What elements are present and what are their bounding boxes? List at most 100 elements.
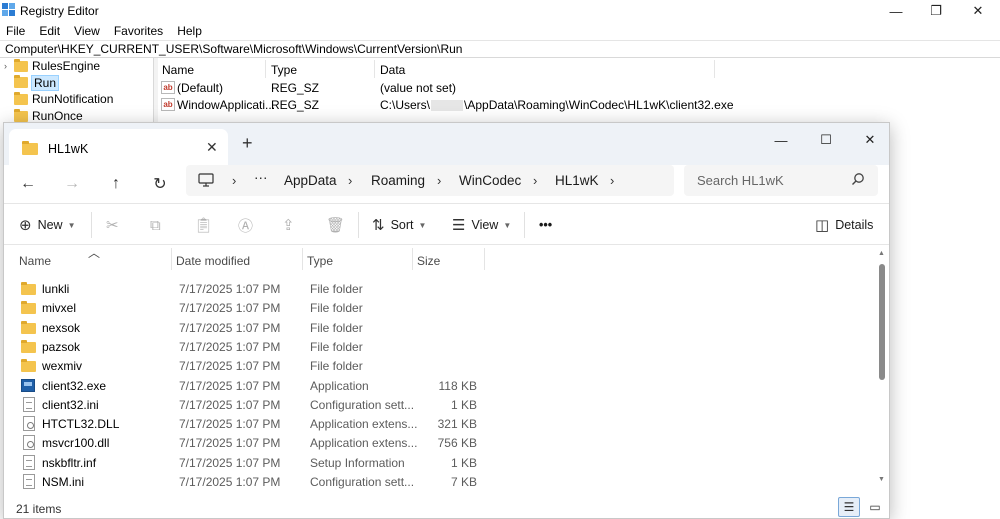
refresh-icon[interactable]: ↻ bbox=[147, 172, 173, 196]
tab-title: HL1wK bbox=[48, 142, 89, 156]
tree-item-run[interactable]: Run bbox=[0, 74, 153, 92]
file-date-modified: 7/17/2025 1:07 PM bbox=[179, 301, 281, 316]
paste-icon[interactable]: 📋︎ bbox=[194, 214, 219, 236]
search-icon[interactable] bbox=[851, 172, 865, 186]
file-name: lunkli bbox=[42, 282, 70, 296]
registry-close-button[interactable]: ✕ bbox=[958, 0, 998, 22]
file-type: File folder bbox=[310, 339, 363, 354]
column-size[interactable]: Size bbox=[417, 254, 440, 268]
scroll-down-icon[interactable]: ▼ bbox=[878, 476, 885, 483]
explorer-maximize-button[interactable]: ☐ bbox=[804, 128, 848, 152]
delete-icon[interactable]: 🗑︎ bbox=[326, 214, 351, 236]
menu-help[interactable]: Help bbox=[170, 22, 209, 40]
breadcrumb-item-roaming[interactable]: Roaming bbox=[371, 173, 425, 188]
share-icon[interactable]: ⇪ bbox=[282, 214, 301, 236]
menu-edit[interactable]: Edit bbox=[32, 22, 67, 40]
registry-value-row[interactable]: ab (Default) REG_SZ (value not set) bbox=[158, 79, 1000, 96]
file-row[interactable]: nskbfltr.inf 7/17/2025 1:07 PM Setup Infor… bbox=[4, 453, 878, 472]
sort-ascending-icon: ︿ bbox=[88, 246, 101, 260]
view-button[interactable]: ☰ View ▼ bbox=[452, 214, 511, 236]
vertical-scrollbar[interactable]: ▲ ▼ bbox=[877, 250, 887, 490]
value-name: (Default) bbox=[177, 81, 224, 95]
more-options-button[interactable]: ••• bbox=[539, 214, 552, 236]
sort-button[interactable]: ⇅ Sort ▼ bbox=[372, 214, 426, 236]
menu-favorites[interactable]: Favorites bbox=[107, 22, 170, 40]
chevron-right-icon[interactable]: › bbox=[4, 61, 14, 71]
file-row[interactable]: msvcr100.dll 7/17/2025 1:07 PM Application… bbox=[4, 433, 878, 452]
menu-view[interactable]: View bbox=[67, 22, 107, 40]
copy-icon[interactable]: ⧉ bbox=[150, 214, 167, 236]
file-type: File folder bbox=[310, 282, 363, 296]
chevron-down-icon: ▼ bbox=[503, 220, 512, 230]
file-date-modified: 7/17/2025 1:07 PM bbox=[179, 455, 281, 470]
registry-address-bar[interactable]: Computer\HKEY_CURRENT_USER\Software\Micr… bbox=[0, 40, 1000, 58]
forward-arrow-icon[interactable]: → bbox=[59, 172, 85, 196]
tree-item-label: RunNotification bbox=[32, 92, 114, 107]
column-type-header[interactable]: Type bbox=[271, 63, 297, 77]
file-row[interactable]: mivxel 7/17/2025 1:07 PM File folder bbox=[4, 298, 878, 317]
folder-icon bbox=[21, 359, 36, 373]
scroll-up-icon[interactable]: ▲ bbox=[878, 250, 885, 257]
chevron-right-icon[interactable]: › bbox=[437, 173, 441, 188]
back-arrow-icon[interactable]: ← bbox=[15, 172, 41, 196]
file-date-modified: 7/17/2025 1:07 PM bbox=[179, 339, 281, 354]
file-row[interactable]: wexmiv 7/17/2025 1:07 PM File folder bbox=[4, 356, 878, 375]
new-button[interactable]: ⊕ New ▼ bbox=[19, 214, 76, 236]
chevron-right-icon[interactable]: › bbox=[348, 173, 352, 188]
document-icon bbox=[23, 474, 35, 489]
column-data-header[interactable]: Data bbox=[380, 63, 405, 77]
file-size: 756 KB bbox=[437, 436, 477, 451]
overflow-ellipsis-icon[interactable]: ··· bbox=[254, 170, 268, 185]
close-tab-icon[interactable]: ✕ bbox=[206, 139, 218, 156]
explorer-minimize-button[interactable]: — bbox=[759, 128, 803, 152]
value-data-prefix: C:\Users\ bbox=[380, 98, 431, 112]
this-pc-icon[interactable] bbox=[198, 173, 214, 187]
breadcrumb-item-appdata[interactable]: AppData bbox=[284, 173, 337, 188]
file-name: NSM.ini bbox=[42, 475, 85, 489]
view-icon: ☰ bbox=[452, 217, 466, 234]
breadcrumb-item-hl1wk[interactable]: HL1wK bbox=[555, 173, 599, 188]
file-row[interactable]: client32.ini 7/17/2025 1:07 PM Configurati… bbox=[4, 395, 878, 414]
tree-item-runnotification[interactable]: RunNotification bbox=[0, 91, 153, 108]
rename-icon[interactable]: Ⓐ bbox=[238, 214, 259, 236]
registry-title: Registry Editor bbox=[20, 4, 99, 18]
explorer-command-bar: ⊕ New ▼ ✂ ⧉ 📋︎ Ⓐ ⇪ 🗑︎ ⇅ Sort ▼ ☰ View ▼ … bbox=[4, 203, 889, 245]
file-row[interactable]: HTCTL32.DLL 7/17/2025 1:07 PM Application … bbox=[4, 414, 878, 433]
breadcrumb-item-wincodec[interactable]: WinCodec bbox=[459, 173, 521, 188]
details-pane-button[interactable]: ◫ Details bbox=[815, 214, 873, 236]
file-name: mivxel bbox=[42, 301, 77, 316]
explorer-tab-bar: HL1wK ✕ + — ☐ ✕ bbox=[4, 123, 889, 165]
tree-item-rulesengine[interactable]: › RulesEngine bbox=[0, 58, 153, 75]
file-row[interactable]: pazsok 7/17/2025 1:07 PM File folder bbox=[4, 337, 878, 356]
chevron-right-icon[interactable]: › bbox=[533, 173, 537, 188]
details-view-icon[interactable]: ☰ bbox=[838, 497, 860, 517]
registry-value-row[interactable]: ab WindowApplicati... REG_SZ C:\Users\ \A… bbox=[158, 96, 1000, 113]
chevron-right-icon[interactable]: › bbox=[232, 173, 236, 188]
new-tab-button[interactable]: + bbox=[242, 133, 253, 154]
breadcrumb[interactable]: › ··· AppData › Roaming › WinCodec › HL1… bbox=[186, 165, 674, 196]
column-name[interactable]: Name bbox=[19, 254, 51, 268]
column-name-header[interactable]: Name bbox=[162, 63, 194, 77]
file-row[interactable]: NSM.ini 7/17/2025 1:07 PM Configuration se… bbox=[4, 472, 878, 491]
search-input[interactable]: Search HL1wK bbox=[684, 165, 878, 196]
cut-icon[interactable]: ✂ bbox=[106, 214, 125, 236]
scrollbar-thumb[interactable] bbox=[879, 264, 885, 380]
file-row[interactable]: lunkli 7/17/2025 1:07 PM File folder bbox=[4, 279, 878, 298]
column-date-modified[interactable]: Date modified bbox=[176, 254, 250, 268]
registry-maximize-button[interactable]: ❐ bbox=[916, 0, 956, 22]
menu-file[interactable]: File bbox=[0, 22, 32, 40]
column-type[interactable]: Type bbox=[307, 254, 333, 268]
chevron-right-icon[interactable]: › bbox=[610, 173, 614, 188]
file-row[interactable]: nexsok 7/17/2025 1:07 PM File folder bbox=[4, 318, 878, 337]
string-value-icon: ab bbox=[161, 81, 175, 94]
explorer-tab[interactable]: HL1wK ✕ bbox=[9, 129, 228, 165]
file-type: Application bbox=[310, 378, 369, 393]
up-arrow-icon[interactable]: ↑ bbox=[103, 172, 129, 196]
folder-icon bbox=[14, 75, 28, 89]
registry-minimize-button[interactable]: — bbox=[876, 0, 916, 22]
file-row[interactable]: client32.exe 7/17/2025 1:07 PM Application… bbox=[4, 376, 878, 395]
file-type: File folder bbox=[310, 320, 363, 335]
large-icons-view-icon[interactable]: ▭ bbox=[864, 497, 886, 517]
explorer-close-button[interactable]: ✕ bbox=[848, 128, 889, 152]
folder-icon bbox=[21, 301, 36, 315]
